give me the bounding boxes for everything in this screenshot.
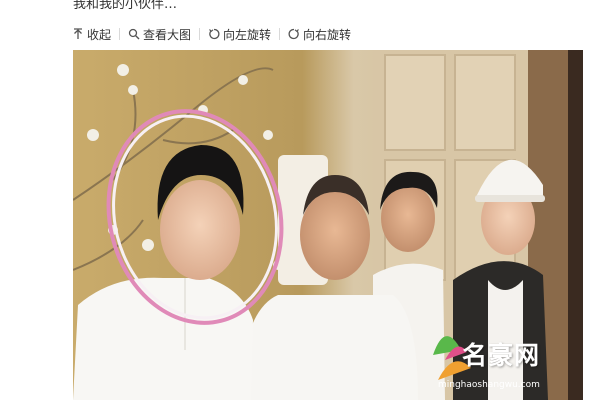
collapse-up-icon <box>74 28 82 39</box>
collapse-label: 收起 <box>87 27 112 42</box>
post-caption: 我和我的小伙伴… <box>73 0 178 12</box>
rotate-left-label: 向左旋转 <box>223 27 272 42</box>
view-large-label: 查看大图 <box>143 27 192 42</box>
rotate-right-icon <box>288 28 299 40</box>
rotate-right-button[interactable]: 向右旋转 <box>288 26 351 43</box>
watermark-logo-text: 名豪网 <box>462 341 541 370</box>
toolbar-divider <box>119 28 121 40</box>
collapse-button[interactable]: 收起 <box>72 26 111 43</box>
rotate-left-icon <box>209 28 220 40</box>
rotate-right-label: 向右旋转 <box>303 27 352 42</box>
toolbar-divider <box>279 28 281 40</box>
watermark-url: minghaoshangwu.com <box>438 380 540 390</box>
image-toolbar: 收起 查看大图 向左旋转 向右旋转 <box>72 24 351 44</box>
magnifier-icon <box>128 28 140 40</box>
view-large-button[interactable]: 查看大图 <box>128 26 191 43</box>
rotate-left-button[interactable]: 向左旋转 <box>208 26 271 43</box>
toolbar-divider <box>199 28 201 40</box>
